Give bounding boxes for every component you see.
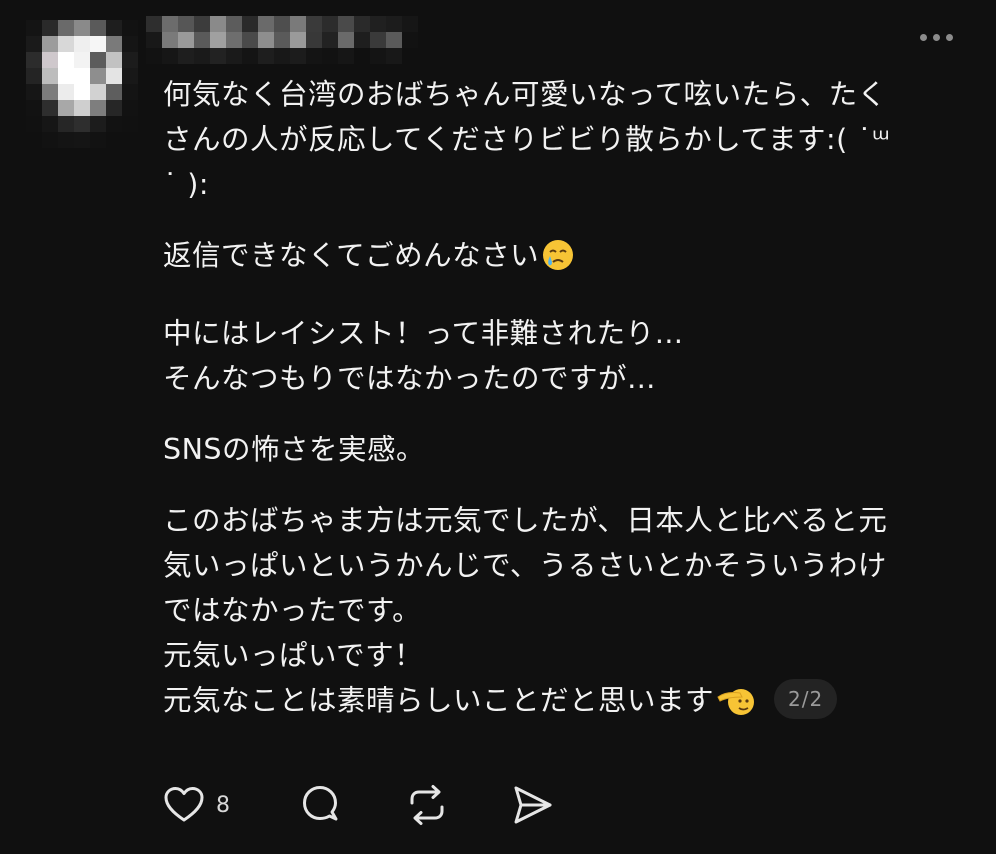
more-horizontal-icon bbox=[919, 33, 927, 41]
post-text: 何気なく台湾のおばちゃん可愛いなって呟いたら、たく さんの人が反応してくださりビ… bbox=[163, 72, 963, 730]
more-dot bbox=[945, 33, 953, 41]
comment-icon bbox=[303, 786, 338, 821]
like-button[interactable]: 8 bbox=[162, 785, 298, 825]
post-line: ˙ ): bbox=[163, 168, 210, 201]
post-line: ではなかったです。 bbox=[163, 594, 422, 627]
post-line: 中にはレイシスト！って非難されたり… bbox=[163, 317, 684, 350]
threads-post: 何気なく台湾のおばちゃん可愛いなって呟いたら、たく さんの人が反応してくださりビ… bbox=[0, 0, 996, 854]
username-blurred[interactable] bbox=[146, 16, 418, 64]
post-line: 何気なく台湾のおばちゃん可愛いなって呟いたら、たく bbox=[163, 78, 887, 111]
like-count: 8 bbox=[216, 792, 230, 818]
post-line: 元気なことは素晴らしいことだと思います bbox=[163, 684, 715, 717]
more-options-button[interactable] bbox=[914, 26, 958, 48]
send-icon bbox=[514, 786, 552, 824]
saluting-face-emoji bbox=[716, 683, 758, 730]
page-indicator-badge: 2/2 bbox=[774, 679, 838, 719]
post-line: さんの人が反応してくださりビビり散らかしてます:( ˙ᵚ bbox=[163, 123, 891, 156]
share-button[interactable] bbox=[510, 783, 554, 827]
repost-button[interactable] bbox=[404, 783, 510, 827]
post-line: そんなつもりではなかったのですが… bbox=[163, 362, 657, 395]
post-line: 返信できなくてごめんなさい bbox=[163, 239, 540, 272]
post-line-with-emoji: 返信できなくてごめんなさい bbox=[163, 233, 963, 285]
repost-icon bbox=[410, 785, 444, 825]
post-line-with-emoji: 元気なことは素晴らしいことだと思います 2/2 bbox=[163, 678, 963, 730]
action-bar: 8 bbox=[162, 780, 554, 830]
post-line: 気いっぱいというかんじで、うるさいとかそういうわけ bbox=[163, 549, 887, 582]
post-line: 元気いっぱいです！ bbox=[163, 639, 424, 672]
heart-icon bbox=[164, 787, 204, 822]
post-line: SNSの怖さを実感。 bbox=[163, 433, 426, 466]
face-holding-back-tears-emoji bbox=[541, 238, 575, 285]
more-dot bbox=[932, 33, 940, 41]
avatar[interactable] bbox=[26, 20, 138, 152]
post-line: このおばちゃま方は元気でしたが、日本人と比べると元 bbox=[163, 504, 888, 537]
comment-button[interactable] bbox=[298, 783, 404, 827]
